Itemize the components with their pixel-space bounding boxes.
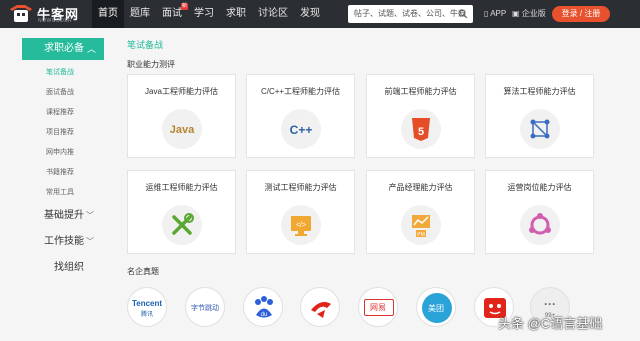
company-netease[interactable]: 网易 xyxy=(358,287,398,327)
group-label: 基础提升 xyxy=(44,210,84,221)
nav-label: 首页 xyxy=(98,8,118,19)
baidu-text: du xyxy=(261,312,268,318)
netease-logo: 网易 xyxy=(370,303,386,312)
search-icon[interactable] xyxy=(458,9,468,19)
pm-glyph: PM xyxy=(417,232,425,238)
code-screen-icon: </> xyxy=(281,205,321,245)
nowcoder-logo[interactable]: 牛客网 NOWCODER xyxy=(8,3,84,25)
card-title: 测试工程师能力评估 xyxy=(264,183,337,192)
nav-label: 发现 xyxy=(300,8,320,19)
baidu-logo: du xyxy=(255,296,273,318)
nav-discover[interactable]: 发现 xyxy=(294,0,326,28)
watermark-text: 头条 @C语言基础 xyxy=(498,316,603,331)
java-glyph: Java xyxy=(170,124,195,136)
top-navigation-bar: 牛客网 NOWCODER 首页 题库 面试新 学习 求职 讨论区 发现 帖子、试… xyxy=(0,0,640,28)
nav-jobs[interactable]: 求职 xyxy=(220,0,252,28)
search-placeholder: 帖子、试题、试卷、公司、牛友 xyxy=(354,9,466,18)
nav-home[interactable]: 首页 xyxy=(92,0,124,28)
card-testing[interactable]: 测试工程师能力评估 </> xyxy=(246,170,355,254)
chevron-down-icon: ﹀ xyxy=(86,237,94,246)
sidebar-item-referral[interactable]: 网申内推 xyxy=(22,143,104,163)
product-chart-icon: PM xyxy=(401,205,441,245)
nav-label: 学习 xyxy=(194,8,214,19)
chevron-down-icon: ﹀ xyxy=(86,211,94,220)
sidebar-item-interview[interactable]: 面试备战 xyxy=(22,83,104,103)
card-operations[interactable]: 运营岗位能力评估 xyxy=(485,170,594,254)
sidebar-item-books[interactable]: 书籍推荐 xyxy=(22,163,104,183)
nav-label: 讨论区 xyxy=(258,8,288,19)
sidebar-group-job-essentials[interactable]: 求职必备 ︿ xyxy=(22,38,104,60)
company-meituan[interactable]: 美团 xyxy=(416,287,456,327)
cpp-icon: C++ xyxy=(281,109,321,149)
enterprise-link[interactable]: ▣ 企业版 xyxy=(512,0,546,28)
meituan-logo: 美团 xyxy=(428,304,444,313)
nav-interview[interactable]: 面试新 xyxy=(156,0,188,28)
logo-subtext: NOWCODER xyxy=(38,18,73,24)
card-title: 产品经理能力评估 xyxy=(388,183,453,192)
card-title: 运维工程师能力评估 xyxy=(145,183,218,192)
nav-learn[interactable]: 学习 xyxy=(188,0,220,28)
app-label: APP xyxy=(490,9,507,18)
sidebar-item-projects[interactable]: 项目推荐 xyxy=(22,123,104,143)
card-title: 运营岗位能力评估 xyxy=(507,183,572,192)
card-product-manager[interactable]: 产品经理能力评估 PM xyxy=(366,170,475,254)
card-java[interactable]: Java工程师能力评估 Java xyxy=(127,74,236,158)
nav-label: 题库 xyxy=(130,8,150,19)
sidebar-item-tools[interactable]: 常用工具 xyxy=(22,183,104,203)
card-cpp[interactable]: C/C++工程师能力评估 C++ xyxy=(246,74,355,158)
html5-icon: 5 xyxy=(401,109,441,149)
group-label: 找组织 xyxy=(54,262,84,273)
company-tencent[interactable]: Tencent 腾讯 xyxy=(127,287,167,327)
tencent-sub: 腾讯 xyxy=(140,312,153,318)
section-title-company-exams: 名企真题 xyxy=(127,267,159,276)
company-baidu[interactable]: du xyxy=(243,287,283,327)
html5-glyph: 5 xyxy=(418,126,424,138)
bytedance-logo: 字节跳动 xyxy=(191,305,219,312)
card-title: Java工程师能力评估 xyxy=(145,87,218,96)
nav-forum[interactable]: 讨论区 xyxy=(252,0,294,28)
algorithm-network-icon xyxy=(520,109,560,149)
company-huawei[interactable] xyxy=(300,287,340,327)
nav-label: 求职 xyxy=(226,8,246,19)
huawei-logo xyxy=(311,302,331,318)
cpp-glyph: C++ xyxy=(290,123,313,137)
java-icon: Java xyxy=(162,109,202,149)
card-algorithm[interactable]: 算法工程师能力评估 xyxy=(485,74,594,158)
main-nav: 首页 题库 面试新 学习 求职 讨论区 发现 xyxy=(92,0,326,28)
card-frontend[interactable]: 前端工程师能力评估 5 xyxy=(366,74,475,158)
card-title: 前端工程师能力评估 xyxy=(384,87,457,96)
chevron-up-icon: ︿ xyxy=(86,44,96,54)
sidebar: 求职必备 ︿ 笔试备战 面试备战 课程推荐 项目推荐 网申内推 书籍推荐 常用工… xyxy=(22,38,104,281)
search-input[interactable]: 帖子、试题、试卷、公司、牛友 xyxy=(348,5,473,23)
operation-loop-icon xyxy=(520,205,560,245)
sidebar-group-find-org[interactable]: 找组织 xyxy=(22,255,104,281)
enterprise-label: 企业版 xyxy=(521,9,546,18)
sidebar-group-work-skills[interactable]: 工作技能 ﹀ xyxy=(22,229,104,255)
logo-mark-icon xyxy=(10,5,32,22)
section-title-ability-test: 职业能力测评 xyxy=(127,60,175,69)
new-badge: 新 xyxy=(181,3,188,10)
enterprise-icon: ▣ xyxy=(512,9,520,18)
app-link[interactable]: ▯ APP xyxy=(484,0,506,28)
more-icon: ··· xyxy=(544,297,556,311)
group-label: 工作技能 xyxy=(44,236,84,247)
login-register-button[interactable]: 登录 / 注册 xyxy=(552,6,610,22)
phone-icon: ▯ xyxy=(484,9,489,18)
card-title: 算法工程师能力评估 xyxy=(503,87,576,96)
company-bytedance[interactable]: 字节跳动 xyxy=(185,287,225,327)
page-title: 笔试备战 xyxy=(127,40,164,50)
sidebar-item-written-test[interactable]: 笔试备战 xyxy=(22,63,104,83)
sidebar-head-label: 求职必备 xyxy=(44,43,84,54)
tools-wrench-icon xyxy=(162,205,202,245)
card-ops[interactable]: 运维工程师能力评估 xyxy=(127,170,236,254)
tencent-logo: Tencent xyxy=(131,299,163,308)
sidebar-item-courses[interactable]: 课程推荐 xyxy=(22,103,104,123)
sidebar-group-basics[interactable]: 基础提升 ﹀ xyxy=(22,203,104,229)
code-glyph: </> xyxy=(296,222,306,229)
card-title: C/C++工程师能力评估 xyxy=(260,87,341,96)
nav-label: 面试 xyxy=(162,8,182,19)
nav-question-bank[interactable]: 题库 xyxy=(124,0,156,28)
